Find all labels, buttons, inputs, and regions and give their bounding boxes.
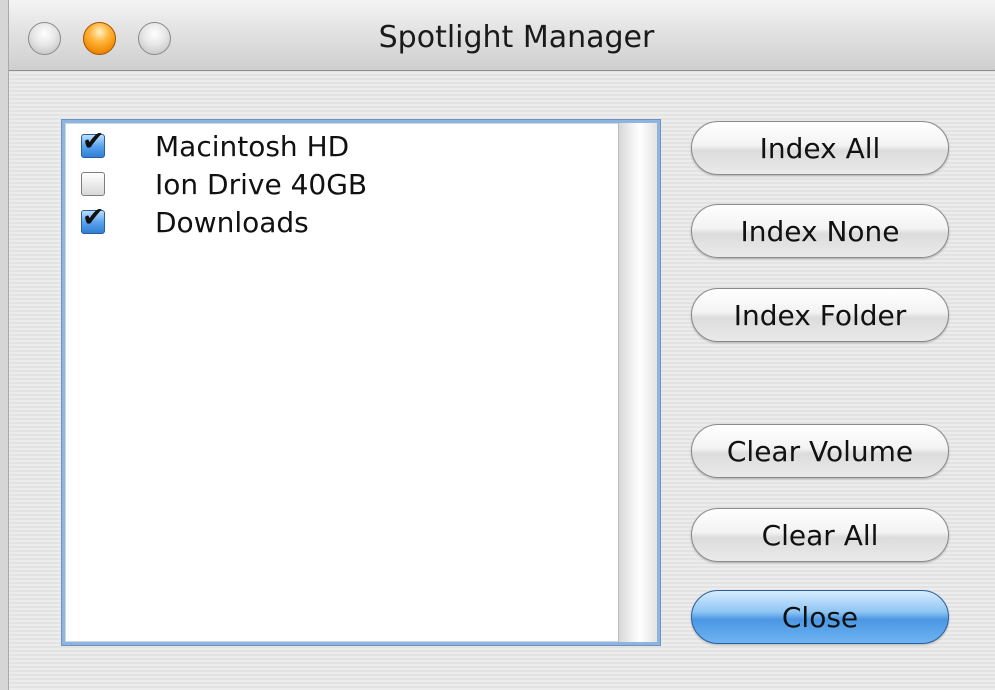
title-bar[interactable]: Spotlight Manager [9,0,995,71]
checkmark-icon: ✔ [82,202,105,233]
list-item[interactable]: ✔ Macintosh HD [81,127,349,165]
spotlight-manager-window: Spotlight Manager ✔ Macintosh HD Ion Dri… [8,0,995,690]
close-button[interactable]: Close [691,590,949,644]
volume-checkbox[interactable] [81,172,105,196]
clear-volume-button[interactable]: Clear Volume [691,424,949,478]
volume-label: Macintosh HD [155,129,350,163]
volume-list[interactable]: ✔ Macintosh HD Ion Drive 40GB ✔ Download… [62,120,660,645]
volume-checkbox[interactable]: ✔ [81,127,105,158]
index-none-button[interactable]: Index None [691,204,949,258]
volume-label: Ion Drive 40GB [155,167,368,201]
list-item[interactable]: Ion Drive 40GB [81,165,367,203]
index-folder-button[interactable]: Index Folder [691,288,949,342]
checkmark-icon: ✔ [82,126,105,157]
list-item[interactable]: ✔ Downloads [81,203,309,241]
volume-label: Downloads [155,205,309,239]
vertical-scrollbar[interactable] [618,123,657,642]
clear-all-button[interactable]: Clear All [691,508,949,562]
window-title: Spotlight Manager [378,20,655,55]
index-all-button[interactable]: Index All [691,121,949,175]
volume-checkbox[interactable]: ✔ [81,203,105,234]
